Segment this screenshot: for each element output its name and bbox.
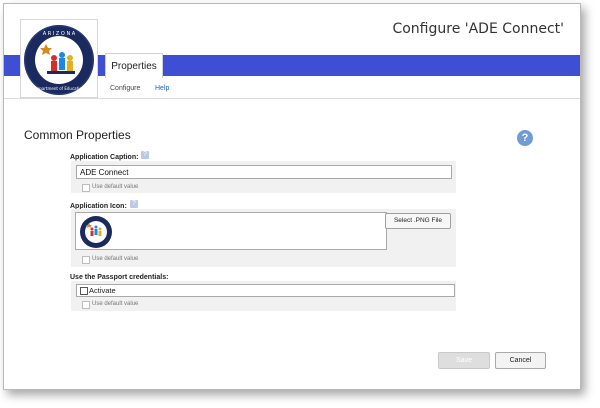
activate-label: Activate [89, 286, 116, 295]
section-title: Common Properties [24, 128, 131, 142]
activate-row: Activate [76, 284, 455, 297]
subnav-help[interactable]: Help [155, 85, 169, 92]
passport-label: Use the Passport credentials: [70, 274, 169, 281]
passport-default-label: Use default value [92, 301, 139, 307]
subnav-configure[interactable]: Configure [110, 85, 140, 92]
icon-default-label: Use default value [92, 256, 139, 262]
save-button[interactable]: Save [438, 352, 490, 369]
caption-label: Application Caption: [70, 154, 139, 161]
ade-seal-icon: A R I Z O N A Department of Education [24, 25, 94, 95]
activate-checkbox[interactable] [80, 287, 88, 295]
passport-panel: Activate Use default value [71, 281, 456, 311]
tab-properties[interactable]: Properties [105, 53, 163, 78]
cancel-button[interactable]: Cancel [495, 352, 546, 369]
caption-default-checkbox[interactable] [82, 184, 90, 192]
caption-input[interactable]: ADE Connect [76, 165, 452, 179]
svg-text:Department of Education: Department of Education [34, 86, 85, 91]
ade-icon-preview [80, 216, 112, 248]
svg-text:A R I Z O N A: A R I Z O N A [43, 31, 76, 37]
help-icon[interactable]: ? [517, 130, 533, 146]
select-png-button[interactable]: Select .PNG File [385, 213, 451, 229]
page-title: Configure 'ADE Connect' [392, 21, 564, 37]
caption-help-icon[interactable]: ? [141, 151, 149, 159]
caption-panel: ADE Connect Use default value [71, 161, 456, 193]
dialog-window: A R I Z O N A Department of Education Co… [3, 3, 581, 390]
icon-preview-box [75, 212, 387, 250]
icon-help-icon[interactable]: ? [130, 200, 138, 208]
icon-default-checkbox[interactable] [82, 256, 90, 264]
logo: A R I Z O N A Department of Education [20, 19, 98, 98]
caption-default-label: Use default value [92, 184, 139, 190]
passport-default-checkbox[interactable] [82, 301, 90, 309]
